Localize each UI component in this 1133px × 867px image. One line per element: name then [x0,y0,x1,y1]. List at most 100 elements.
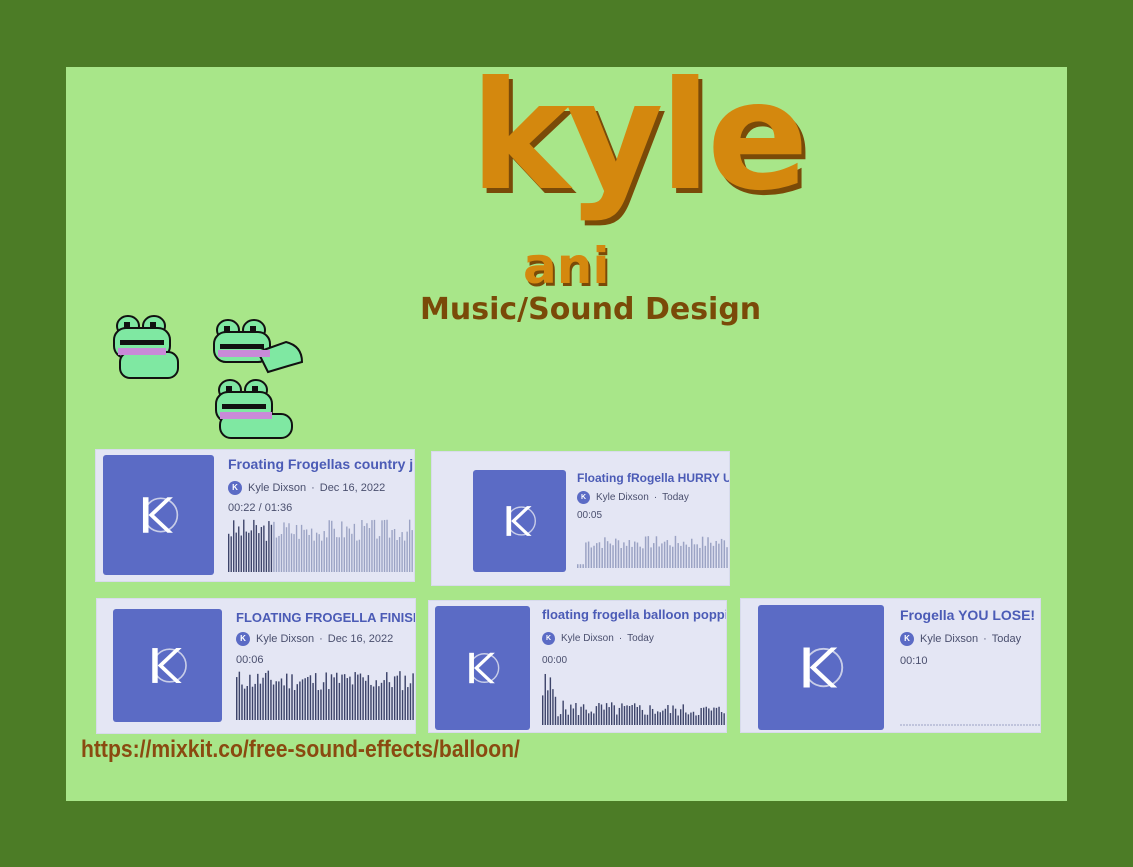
waveform-bar [307,676,309,720]
waveform-bar [720,538,723,568]
waveform-bar [688,546,690,568]
tagline: Music/Sound Design [420,292,762,327]
waveform-bar [341,674,343,720]
waveform-bar [617,540,620,568]
sound-card[interactable]: Froating Frogellas country jig K Kyle Dixs… [95,449,415,582]
sound-card[interactable]: Frogella YOU LOSE! K Kyle Dixson · Today 00:1… [740,598,1041,733]
separator-dot: · [319,633,323,645]
waveform-bar [238,671,241,720]
waveform-bar [557,716,559,725]
track-date: Today [627,633,654,644]
waveform-bar [406,531,408,572]
waveform[interactable] [236,665,415,720]
waveform-bar [587,541,590,568]
waveform-bar [644,714,646,725]
waveform-bar [611,702,613,725]
waveform-bar [336,672,338,720]
waveform-bar [690,712,692,725]
waveform-bar [401,532,403,572]
waveform-bar [325,672,327,720]
waveform-bar [275,681,277,720]
author-name[interactable]: Kyle Dixson [256,633,314,645]
waveform-bar [371,520,373,572]
track-thumbnail[interactable] [473,470,566,572]
waveform-bar [313,540,315,572]
separator-dot: · [311,482,315,494]
waveform-bar [320,689,322,720]
waveform-bar [293,534,295,572]
track-meta: K Kyle Dixson · Dec 16, 2022 [236,632,393,646]
waveform-bar [595,706,598,725]
waveform-bar [396,675,399,720]
waveform-bar [378,686,380,720]
waveform-bar [677,543,679,568]
waveform-bar [330,674,333,720]
waveform-bar [582,704,585,725]
sound-card[interactable]: floating frogella balloon popping ( K Kyle… [428,600,727,733]
waveform-bar [391,530,393,572]
waveform-bar [258,533,260,572]
waveform-bar [604,537,606,568]
waveform-bar [609,543,612,568]
waveform[interactable] [900,709,1040,729]
waveform-bar [248,532,250,572]
waveform-bar [278,535,280,572]
sound-card[interactable]: Floating fRogella HURRY UP! ( K Kyle Dixso… [431,451,730,586]
author-name[interactable]: Kyle Dixson [596,492,649,503]
author-avatar[interactable]: K [577,491,590,504]
author-name[interactable]: Kyle Dixson [920,633,978,645]
sound-card[interactable]: FLOATING FROGELLA FINISH K Kyle Dixson · Dec… [96,598,416,734]
waveform-bar [372,686,375,720]
waveform[interactable] [577,528,729,568]
waveform[interactable] [228,514,414,572]
sound-source-link[interactable]: https://mixkit.co/free-sound-effects/bal… [81,733,520,767]
track-thumbnail[interactable] [103,455,214,575]
track-thumbnail[interactable] [758,605,884,730]
waveform-bar [570,704,572,725]
waveform[interactable] [542,667,726,725]
author-avatar[interactable]: K [900,632,914,646]
waveform-bar [549,677,552,725]
track-date: Dec 16, 2022 [327,633,394,645]
waveform-bar [674,708,677,725]
author-avatar[interactable]: K [228,481,242,495]
waveform-bar [314,673,317,720]
waveform-bar [243,688,246,720]
waveform-bar [605,703,608,725]
waveform-bar [615,538,617,568]
waveform-bar [620,547,622,568]
waveform-bar [280,678,283,720]
track-title[interactable]: Froating Frogellas country jig [228,456,414,472]
author-avatar[interactable]: K [542,632,555,645]
author-avatar[interactable]: K [236,632,250,646]
track-thumbnail[interactable] [435,606,530,730]
waveform-bar [326,537,328,572]
track-title[interactable]: Floating fRogella HURRY UP! ( [577,471,729,485]
waveform-bar [636,706,638,725]
waveform-bar [283,522,285,572]
author-name[interactable]: Kyle Dixson [561,633,614,644]
waveform-bar [631,546,633,568]
waveform-bar [723,713,725,725]
track-title[interactable]: FLOATING FROGELLA FINISH [236,610,415,625]
waveform-bar [659,712,661,725]
separator-dot: · [653,492,658,503]
waveform-bar [264,672,267,720]
waveform-bar [613,705,615,725]
waveform-bar [590,547,593,568]
waveform-bar [552,689,554,725]
waveform-bar [259,683,262,720]
waveform-bar [720,712,723,725]
waveform-bar [315,532,318,572]
author-name[interactable]: Kyle Dixson [248,482,306,494]
track-thumbnail[interactable] [113,609,222,722]
waveform-bar [596,543,598,568]
playback-time: 00:10 [900,655,928,667]
waveform-bar [663,541,666,568]
waveform-bar [359,673,362,720]
track-title[interactable]: Frogella YOU LOSE! [900,607,1040,623]
waveform-bar [639,705,641,725]
track-title[interactable]: floating frogella balloon popping ( [542,607,726,622]
waveform-bar [577,564,579,568]
waveform-bar [657,711,659,725]
